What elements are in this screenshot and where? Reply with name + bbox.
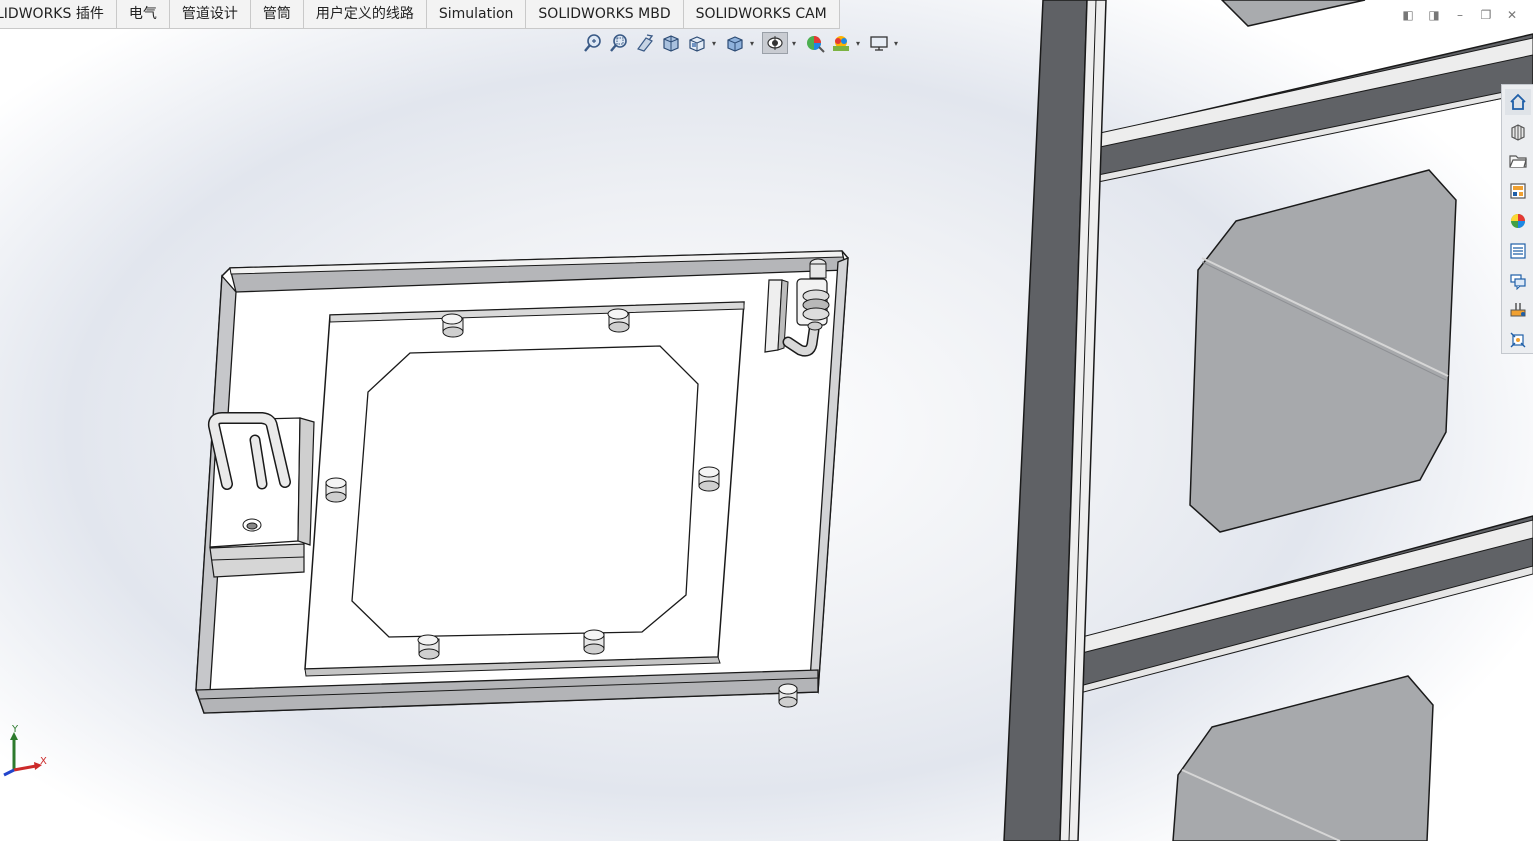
handle-bracket[interactable] — [207, 412, 315, 578]
chevron-down-icon[interactable]: ▾ — [712, 39, 720, 48]
triad-x-label: X — [40, 756, 47, 767]
view-orientation-icon[interactable] — [686, 32, 708, 54]
appearances-icon[interactable] — [1505, 208, 1531, 234]
frame-panel-bottom[interactable] — [1172, 675, 1434, 841]
graphics-area[interactable]: LIDWORKS 插件 电气 管道设计 管筒 用户定义的线路 Simulatio… — [0, 0, 1533, 841]
reference-triad[interactable]: Y X — [2, 724, 52, 778]
solidworks-resources-icon[interactable] — [1504, 89, 1531, 115]
tab-piping[interactable]: 管道设计 — [170, 0, 251, 28]
hide-show-items-icon[interactable] — [762, 32, 788, 54]
tab-user-defined-routing[interactable]: 用户定义的线路 — [304, 0, 427, 28]
chevron-down-icon[interactable]: ▾ — [750, 39, 758, 48]
chevron-down-icon[interactable]: ▾ — [894, 39, 902, 48]
locating-pin[interactable] — [607, 308, 630, 333]
chevron-down-icon[interactable]: ▾ — [856, 39, 864, 48]
locating-pin[interactable] — [583, 629, 605, 655]
file-explorer-icon[interactable] — [1505, 149, 1531, 175]
forum-icon[interactable] — [1505, 268, 1531, 294]
section-view-icon[interactable] — [660, 32, 682, 54]
close-icon[interactable]: ✕ — [1505, 8, 1519, 22]
tab-solidworks-cam[interactable]: SOLIDWORKS CAM — [684, 0, 840, 28]
dimxpert-icon[interactable] — [1505, 327, 1531, 353]
edit-appearance-icon[interactable] — [804, 32, 826, 54]
tile-right-icon[interactable]: ◨ — [1427, 8, 1441, 22]
task-pane-tabs — [1501, 84, 1533, 354]
tab-electrical[interactable]: 电气 — [117, 0, 170, 28]
frame-panel-middle[interactable] — [1189, 169, 1457, 533]
locating-pin[interactable] — [698, 466, 720, 492]
zoom-to-fit-icon[interactable] — [582, 32, 604, 54]
triad-y-label: Y — [12, 724, 19, 735]
minimize-icon[interactable]: – — [1453, 8, 1467, 22]
custom-properties-icon[interactable] — [1505, 238, 1531, 264]
design-library-icon[interactable] — [1505, 119, 1531, 145]
locating-pin[interactable] — [325, 477, 347, 503]
command-manager-tabs: LIDWORKS 插件 电气 管道设计 管筒 用户定义的线路 Simulatio… — [0, 0, 840, 29]
fixture-plate-assembly[interactable] — [195, 250, 849, 714]
window-cutout[interactable] — [351, 345, 699, 638]
display-style-icon[interactable] — [724, 32, 746, 54]
view-palette-icon[interactable] — [1505, 178, 1531, 204]
locating-pin[interactable] — [417, 634, 440, 660]
solidworks-cam-icon[interactable] — [1505, 297, 1531, 323]
apply-scene-icon[interactable] — [830, 32, 852, 54]
tab-solidworks-mbd[interactable]: SOLIDWORKS MBD — [526, 0, 684, 28]
tab-tubing[interactable]: 管筒 — [251, 0, 304, 28]
frame-assembly[interactable] — [1003, 0, 1533, 841]
model-scene[interactable] — [0, 0, 1533, 841]
tile-left-icon[interactable]: ◧ — [1401, 8, 1415, 22]
tab-simulation[interactable]: Simulation — [427, 0, 527, 28]
document-window-controls: ◧ ◨ – ❐ ✕ — [1401, 8, 1519, 22]
frame-panel-top[interactable] — [1220, 0, 1366, 27]
restore-icon[interactable]: ❐ — [1479, 8, 1493, 22]
locating-pin[interactable] — [441, 313, 464, 338]
tab-solidworks-addins[interactable]: LIDWORKS 插件 — [0, 0, 117, 28]
heads-up-view-toolbar: ▾ ▾ ▾ ▾ ▾ — [582, 32, 902, 54]
view-settings-icon[interactable] — [868, 32, 890, 54]
previous-view-icon[interactable] — [634, 32, 656, 54]
chevron-down-icon[interactable]: ▾ — [792, 39, 800, 48]
locating-pin[interactable] — [778, 683, 798, 708]
zoom-to-area-icon[interactable] — [608, 32, 630, 54]
